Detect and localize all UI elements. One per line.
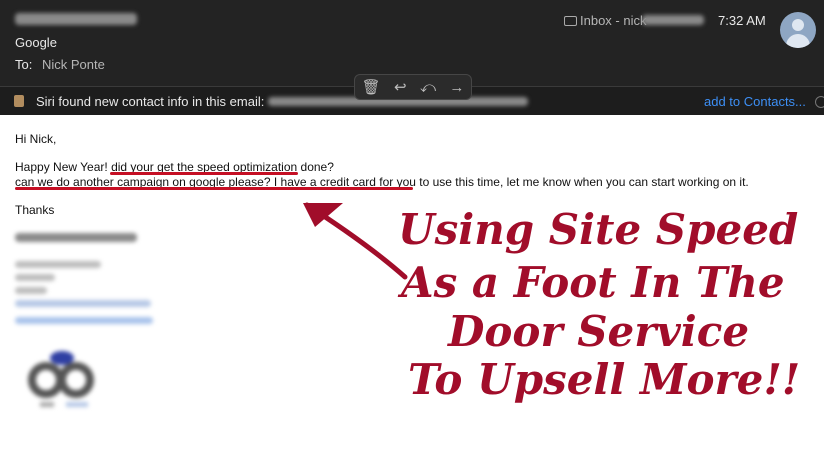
trash-icon[interactable]: 🗑: [362, 78, 381, 96]
callout-line-1: Using Site Speed: [398, 205, 799, 254]
sender-name: Google: [15, 35, 57, 50]
signature-line-redacted: [15, 287, 47, 294]
forward-icon[interactable]: →: [449, 79, 464, 96]
highlight-underline-1: [110, 172, 298, 175]
reply-all-icon[interactable]: ⤺: [420, 79, 436, 96]
company-logo: [28, 351, 94, 407]
callout-line-3: Door Service: [448, 307, 750, 356]
email-time: 7:32 AM: [718, 13, 766, 28]
message-toolbar: 🗑 ↩ ⤺ →: [354, 74, 472, 100]
signature-line-redacted: [15, 274, 55, 281]
signature-phone-redacted: [15, 300, 151, 307]
mailbox-redacted: [642, 15, 704, 25]
contact-card-icon: [14, 95, 24, 107]
highlight-underline-2: [15, 187, 413, 190]
reply-icon[interactable]: ↩: [394, 78, 407, 96]
email-signoff: Thanks: [15, 203, 55, 217]
recipient-row: To: Nick Ponte: [15, 57, 105, 72]
mailbox-label: Inbox - nick: [564, 13, 646, 28]
to-label: To:: [15, 57, 33, 72]
email-greeting: Hi Nick,: [15, 132, 57, 146]
signature-website-redacted: [15, 317, 153, 324]
folder-icon: [564, 16, 577, 26]
siri-message: Siri found new contact info in this emai…: [36, 94, 265, 109]
signature-line-redacted: [15, 261, 101, 268]
info-icon[interactable]: [815, 96, 824, 108]
sender-email-redacted: [15, 13, 137, 25]
add-to-contacts-link[interactable]: add to Contacts...: [704, 94, 806, 109]
callout-line-2: As a Foot In The: [401, 258, 785, 307]
avatar[interactable]: [780, 12, 816, 48]
signature-company-redacted: [15, 233, 137, 242]
recipient-name: Nick Ponte: [41, 57, 105, 72]
callout-line-4: To Upsell More!!: [408, 355, 801, 404]
